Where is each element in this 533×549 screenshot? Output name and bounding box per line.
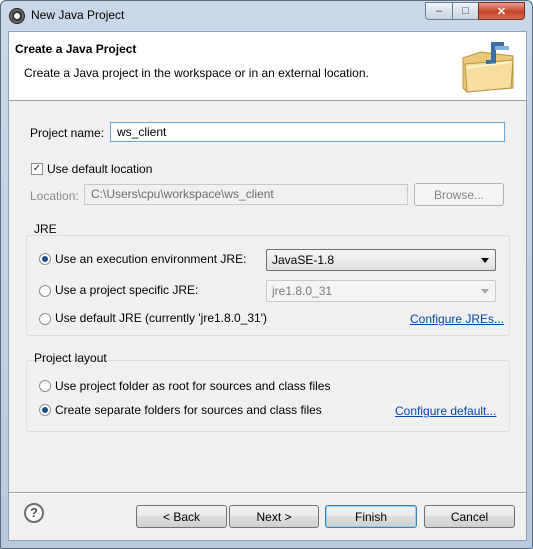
project-layout-group: [26, 360, 510, 432]
execution-environment-select[interactable]: JavaSE-1.8: [266, 249, 496, 271]
minimize-button[interactable]: –: [425, 2, 453, 20]
java-project-folder-icon: [462, 42, 514, 93]
next-button[interactable]: Next >: [229, 505, 319, 528]
layout-separate-folders-radio[interactable]: [39, 404, 51, 416]
back-button[interactable]: < Back: [136, 505, 227, 528]
project-name-label-text: Project name:: [30, 126, 105, 140]
configure-default-link[interactable]: Configure default...: [395, 404, 496, 418]
cancel-button[interactable]: Cancel: [424, 505, 515, 528]
use-default-location-label: Use default location: [47, 162, 153, 176]
finish-button[interactable]: Finish: [325, 505, 417, 528]
window-title: New Java Project: [31, 8, 125, 22]
jre-default-radio[interactable]: [39, 313, 51, 325]
jre-execution-environment-label: Use an execution environment JRE:: [55, 252, 247, 266]
chevron-down-icon: [481, 258, 489, 263]
browse-button[interactable]: Browse...: [414, 183, 504, 206]
page-description: Create a Java project in the workspace o…: [24, 66, 369, 80]
jre-default-label: Use default JRE (currently 'jre1.8.0_31'…: [55, 311, 268, 325]
location-input[interactable]: C:\Users\cpu\workspace\ws_client: [84, 184, 408, 205]
close-button[interactable]: ✕: [478, 2, 525, 20]
execution-environment-value: JavaSE-1.8: [272, 253, 335, 267]
project-layout-group-title: Project layout: [34, 351, 107, 365]
dialog-window: New Java Project – □ ✕ Create a Java Pro…: [0, 0, 533, 549]
project-name-label: Project name:: [30, 126, 104, 140]
layout-project-root-radio[interactable]: [39, 380, 51, 392]
project-specific-jre-select[interactable]: jre1.8.0_31: [266, 280, 496, 302]
eclipse-icon: [9, 8, 25, 24]
maximize-button[interactable]: □: [452, 2, 479, 20]
layout-separate-folders-label: Create separate folders for sources and …: [55, 403, 322, 417]
help-icon[interactable]: ?: [24, 503, 44, 523]
dialog-client-area: Create a Java Project Create a Java proj…: [8, 31, 527, 541]
project-name-input[interactable]: ws_client: [110, 122, 505, 142]
configure-jres-link[interactable]: Configure JREs...: [410, 312, 504, 326]
jre-group-title: JRE: [34, 222, 57, 236]
title-bar[interactable]: New Java Project – □ ✕: [1, 1, 532, 31]
wizard-banner: Create a Java Project Create a Java proj…: [9, 32, 526, 101]
chevron-down-icon: [481, 289, 489, 294]
project-specific-jre-value: jre1.8.0_31: [272, 284, 333, 298]
page-title: Create a Java Project: [15, 42, 137, 56]
footer-separator: [9, 492, 526, 494]
jre-project-specific-radio[interactable]: [39, 285, 51, 297]
use-default-location-checkbox[interactable]: ✓: [31, 163, 43, 175]
jre-execution-environment-radio[interactable]: [39, 253, 51, 265]
layout-project-root-label: Use project folder as root for sources a…: [55, 379, 331, 393]
location-label: Location:: [30, 189, 79, 203]
jre-project-specific-label: Use a project specific JRE:: [55, 283, 199, 297]
